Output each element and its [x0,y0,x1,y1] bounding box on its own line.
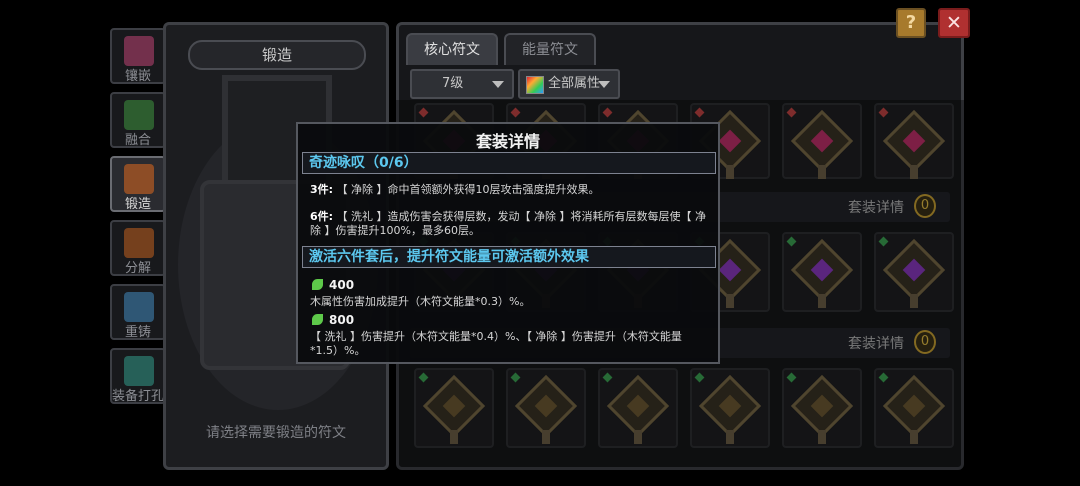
tab-core-runes[interactable]: 核心符文 [406,33,498,65]
close-button[interactable]: ✕ [938,8,970,38]
side-nav-button[interactable]: 重铸 [110,284,166,340]
forge-title: 锻造 [188,40,366,70]
side-nav-label: 分解 [124,261,151,276]
attribute-filter-dropdown[interactable]: 全部属性 [518,69,620,99]
socket-icon [124,356,154,386]
set-detail-popup: 套装详情 奇迹咏叹（0/6） 3件: 【 净除 】命中首领额外获得10层攻击强度… [296,122,720,364]
forge-icon [124,164,154,194]
set-bonus-6: 6件: 【 洗礼 】造成伤害会获得层数，发动【 净除 】将消耗所有层数每层使【 … [310,210,708,238]
level-filter-dropdown[interactable]: 7级 [410,69,514,99]
chevron-down-icon [598,81,610,88]
side-nav-label: 锻造 [124,197,151,212]
tab-energy-runes[interactable]: 能量符文 [504,33,596,65]
side-nav-button[interactable]: 装备打孔 [110,348,166,404]
side-nav-button[interactable]: 分解 [110,220,166,276]
energy-tier-value-text: 800 [329,313,355,327]
side-nav-label: 重铸 [124,325,151,340]
fusion-icon [124,100,154,130]
attribute-color-icon [526,76,544,94]
attribute-filter-value: 全部属性 [548,76,601,91]
popup-title: 套装详情 [475,132,540,151]
set-name-header: 奇迹咏叹（0/6） [302,152,716,174]
set-bonus-6-text: 【 洗礼 】造成伤害会获得层数，发动【 净除 】将消耗所有层数每层使【 净除 】… [310,210,707,237]
energy-tier-text: 木属性伤害加成提升（木符文能量*0.3）%。 [310,295,531,308]
energy-tier-value: 400 [312,278,354,292]
decompose-icon [124,228,154,258]
set-bonus-3-text: 【 净除 】命中首领额外获得10层攻击强度提升效果。 [336,183,600,196]
energy-tier-value-text: 400 [329,278,355,292]
forge-hint: 请选择需要锻造的符文 [206,425,346,441]
set-bonus-3-key: 3件: [310,183,334,196]
help-button[interactable]: ? [896,8,926,38]
level-filter-value: 7级 [442,76,464,91]
wood-leaf-icon [312,279,323,290]
energy-tier-value: 800 [312,313,354,327]
side-nav-button[interactable]: 融合 [110,92,166,148]
side-nav-button[interactable]: 镶嵌 [110,28,166,84]
extra-effect-header: 激活六件套后，提升符文能量可激活额外效果 [302,246,716,268]
energy-tier-text: 【 洗礼 】伤害提升（木符文能量*0.4）%、【 净除 】伤害提升（木符文能量*… [310,330,682,357]
side-nav-label: 融合 [124,133,151,148]
side-nav-label: 装备打孔 [112,389,165,404]
side-nav-button[interactable]: 锻造 [110,156,166,212]
side-nav-label: 镶嵌 [124,69,151,84]
set-bonus-3: 3件: 【 净除 】命中首领额外获得10层攻击强度提升效果。 [310,183,708,197]
recast-icon [124,292,154,322]
wood-leaf-icon [312,314,323,325]
chevron-down-icon [492,81,504,88]
inlay-icon [124,36,154,66]
set-bonus-6-key: 6件: [310,210,334,223]
